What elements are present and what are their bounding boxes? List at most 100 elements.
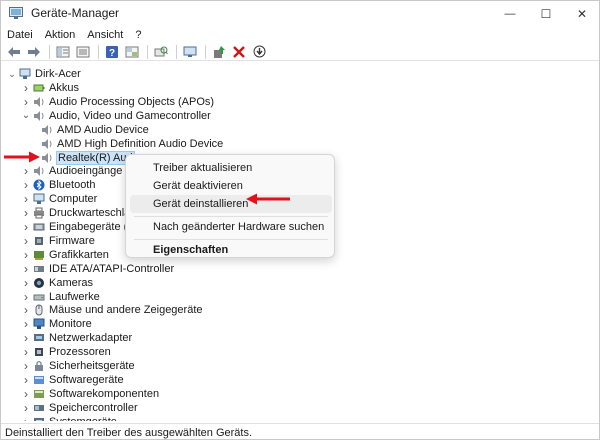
tree-device-item[interactable]: AMD High Definition Audio Device	[39, 137, 223, 151]
chevron-right-icon[interactable]: ›	[21, 401, 31, 415]
tree-category-item[interactable]: › Sicherheitsgeräte	[21, 359, 135, 373]
menu-aktion[interactable]: Aktion	[45, 29, 76, 41]
tree-category-item[interactable]: ⌄ Audio, Video und Gamecontroller	[21, 109, 211, 123]
list-view-button[interactable]	[74, 44, 92, 60]
download-button[interactable]	[250, 44, 268, 60]
tree-root-label: Dirk-Acer	[35, 68, 81, 80]
toolbar: ?	[1, 43, 599, 61]
chevron-right-icon[interactable]: ›	[21, 317, 31, 331]
chevron-right-icon[interactable]: ›	[21, 276, 31, 290]
tree-category-item[interactable]: › Netzwerkadapter	[21, 331, 132, 345]
monitor-icon	[183, 46, 197, 57]
speaker-icon	[42, 152, 52, 163]
tree-label-monitore: Monitore	[49, 318, 92, 331]
chevron-right-icon[interactable]: ›	[21, 192, 31, 206]
tree-category-item[interactable]: › Bluetooth	[21, 178, 95, 192]
minimize-button[interactable]: —	[493, 1, 527, 27]
context-menu: Treiber aktualisieren Gerät deaktivieren…	[125, 154, 335, 258]
menu-update-driver[interactable]: Treiber aktualisieren	[130, 159, 332, 177]
tree-category-item[interactable]: › Audioeingänge ur	[21, 164, 135, 178]
chip-icon	[35, 236, 43, 245]
menu-datei[interactable]: Datei	[7, 29, 33, 41]
menu-help[interactable]: ?	[135, 29, 141, 41]
chevron-right-icon[interactable]: ›	[21, 415, 31, 421]
chevron-down-icon[interactable]: ⌄	[21, 109, 31, 123]
tree-category-item[interactable]: › Prozessoren	[21, 345, 111, 359]
tree-label-ide-ata-atapi-controller: IDE ATA/ATAPI-Controller	[49, 262, 175, 275]
menu-uninstall-device[interactable]: Gerät deinstallieren	[130, 195, 332, 213]
chevron-right-icon[interactable]: ›	[21, 331, 31, 345]
tree-category-item[interactable]: › Audio Processing Objects (APOs)	[21, 95, 214, 109]
forward-button[interactable]	[25, 44, 43, 60]
scan-hardware-icon	[154, 46, 168, 56]
tree-category-item[interactable]: › Monitore	[21, 317, 92, 331]
tree-label-softwaregeräte: Softwaregeräte	[49, 373, 124, 386]
menu-separator	[134, 216, 328, 217]
tree-label-mäuse-und-andere-zeigegeräte: Mäuse und andere Zeigegeräte	[49, 304, 203, 317]
chevron-right-icon[interactable]: ›	[21, 248, 31, 262]
tree-category-item[interactable]: › Kameras	[21, 276, 93, 290]
grid-view-button[interactable]	[123, 44, 141, 60]
tree-category-item[interactable]: › Firmware	[21, 234, 95, 248]
chevron-right-icon[interactable]: ›	[21, 178, 31, 192]
tree-category-item[interactable]: › IDE ATA/ATAPI-Controller	[21, 262, 174, 276]
monitor-button[interactable]	[181, 44, 199, 60]
tree-category-item[interactable]: › Grafikkarten	[21, 248, 109, 262]
chevron-right-icon[interactable]: ›	[21, 164, 31, 178]
properties-view-button[interactable]	[54, 44, 72, 60]
chevron-right-icon[interactable]: ›	[21, 206, 31, 220]
tree-category-item[interactable]: › Computer	[21, 192, 97, 206]
tree-device-item[interactable]: AMD Audio Device	[39, 123, 149, 137]
tree-category-item[interactable]: › Speichercontroller	[21, 401, 138, 415]
toolbar-separator	[98, 44, 99, 59]
menu-separator	[134, 239, 328, 240]
software-component-icon	[34, 389, 44, 398]
remove-device-icon	[233, 45, 245, 58]
remove-device-button[interactable]	[230, 44, 248, 60]
menu-scan-hardware[interactable]: Nach geänderter Hardware suchen	[130, 218, 332, 236]
chevron-right-icon[interactable]: ›	[21, 373, 31, 387]
chevron-down-icon[interactable]: ⌄	[7, 67, 17, 81]
tree-category-item[interactable]: › Systemgeräte	[21, 415, 117, 421]
chevron-right-icon[interactable]: ›	[21, 359, 31, 373]
tree-category-item[interactable]: › Softwarekomponenten	[21, 387, 159, 401]
red-arrow-icon	[246, 193, 290, 205]
chevron-right-icon[interactable]: ›	[21, 262, 31, 276]
tree-category-item[interactable]: › Akkus	[21, 81, 79, 95]
tree-category-item[interactable]: › Laufwerke	[21, 290, 100, 304]
menu-ansicht[interactable]: Ansicht	[87, 29, 123, 41]
network-icon	[34, 334, 44, 342]
toolbar-separator	[49, 44, 50, 59]
back-button[interactable]	[5, 44, 23, 60]
printer-icon	[34, 207, 44, 219]
scan-hardware-button[interactable]	[152, 44, 170, 60]
forward-arrow-icon	[28, 46, 40, 57]
close-button[interactable]: ✕	[565, 1, 599, 27]
speaker-icon	[42, 124, 52, 135]
chevron-right-icon[interactable]: ›	[21, 95, 31, 109]
tree-category-item[interactable]: › Softwaregeräte	[21, 373, 124, 387]
chevron-right-icon[interactable]: ›	[21, 234, 31, 248]
tree-label-speichercontroller: Speichercontroller	[49, 401, 138, 414]
list-view-icon	[76, 46, 90, 57]
maximize-button[interactable]: ☐	[529, 1, 563, 27]
chevron-right-icon[interactable]: ›	[21, 345, 31, 359]
menu-properties[interactable]: Eigenschaften	[130, 241, 332, 259]
tree-label-laufwerke: Laufwerke	[49, 290, 100, 303]
download-icon	[253, 45, 265, 58]
add-driver-button[interactable]	[210, 44, 228, 60]
chevron-right-icon[interactable]: ›	[21, 387, 31, 401]
chevron-right-icon[interactable]: ›	[21, 290, 31, 304]
controller-icon	[34, 265, 44, 272]
chevron-right-icon[interactable]: ›	[21, 303, 31, 317]
chevron-right-icon[interactable]: ›	[21, 81, 31, 95]
tree-device-item[interactable]: Realtek(R) Aud	[39, 150, 135, 165]
tree-category-item[interactable]: › Mäuse und andere Zeigegeräte	[21, 303, 203, 317]
help-button[interactable]: ?	[103, 44, 121, 60]
tree-root[interactable]: ⌄ Dirk-Acer	[7, 67, 81, 81]
menu-disable-device[interactable]: Gerät deaktivieren	[130, 177, 332, 195]
tree-category-item[interactable]: › Eingabegeräte (Hu	[21, 220, 141, 234]
minimize-icon: —	[504, 8, 516, 20]
chevron-right-icon[interactable]: ›	[21, 220, 31, 234]
close-icon: ✕	[576, 7, 588, 21]
